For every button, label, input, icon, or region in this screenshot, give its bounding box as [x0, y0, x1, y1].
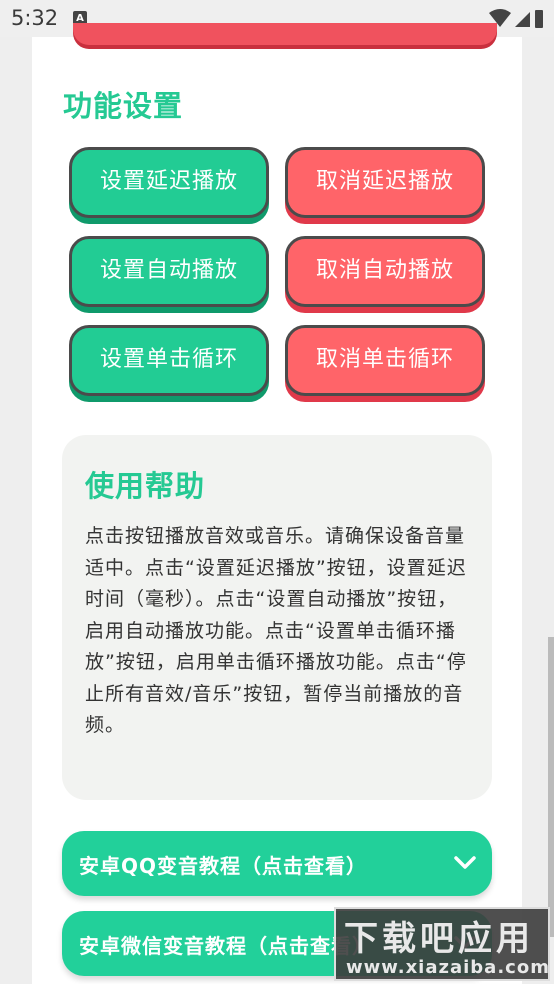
- watermark-title: 下载吧应用: [344, 919, 534, 959]
- scrollbar[interactable]: [548, 637, 554, 937]
- set-delay-button[interactable]: 设置延迟播放: [69, 147, 269, 218]
- accordion-qq-tutorial[interactable]: 安卓QQ变音教程（点击查看）: [62, 831, 492, 896]
- status-time: 5:32: [11, 6, 59, 30]
- help-text: 点击按钮播放音效或音乐。请确保设备音量适中。点击“设置延迟播放”按钮，设置延迟时…: [85, 525, 467, 736]
- content-card: 功能设置 设置延迟播放 取消延迟播放 设置自动播放 取消自动播放 设置单击循环 …: [32, 23, 522, 984]
- accordion-label: 安卓QQ变音教程（点击查看）: [79, 854, 368, 878]
- help-title: 使用帮助: [85, 469, 206, 503]
- previous-button-edge[interactable]: [73, 23, 497, 45]
- cancel-autoplay-button[interactable]: 取消自动播放: [285, 236, 485, 307]
- set-autoplay-button[interactable]: 设置自动播放: [69, 236, 269, 307]
- watermark-logo: 下载吧应用 www.xiazaiba.com: [334, 907, 550, 981]
- help-panel: 使用帮助 点击按钮播放音效或音乐。请确保设备音量适中。点击“设置延迟播放”按钮，…: [62, 435, 492, 800]
- accordion-label: 安卓微信变音教程（点击查看）: [79, 934, 373, 958]
- chevron-down-icon: [454, 855, 476, 874]
- section-title: 功能设置: [63, 89, 184, 123]
- cancel-delay-button[interactable]: 取消延迟播放: [285, 147, 485, 218]
- set-loop-button[interactable]: 设置单击循环: [69, 325, 269, 396]
- watermark-url: www.xiazaiba.com: [346, 957, 550, 978]
- cancel-loop-button[interactable]: 取消单击循环: [285, 325, 485, 396]
